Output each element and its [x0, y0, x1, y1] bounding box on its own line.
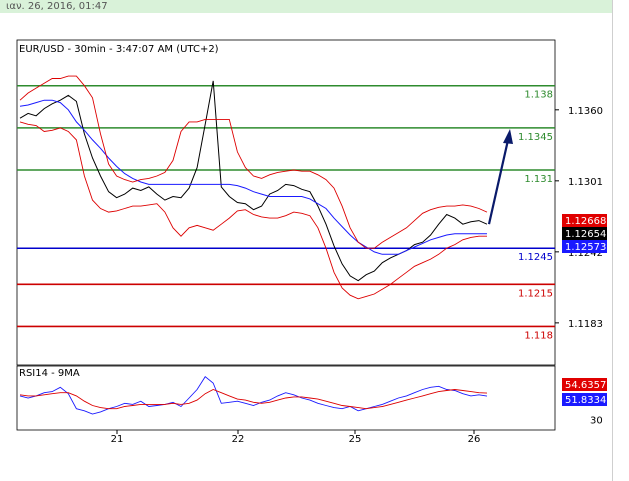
rsi-y-tick-label: 30	[590, 415, 603, 426]
y-tick-label: 1.1183	[568, 319, 603, 330]
eurusd-chart: 21 22 25 261.13601.13011.12421.1183301.1381…	[16, 39, 607, 445]
rsi-badge-label: 54.6357	[565, 380, 606, 391]
level-label: 1.1245	[518, 252, 553, 263]
level-label: 1.1215	[518, 288, 553, 299]
price-line	[19, 80, 488, 282]
upper-band-line	[19, 75, 488, 249]
projection-arrow-head	[503, 129, 513, 144]
level-label: 1.131	[524, 174, 553, 185]
price-badge-label: 1.12654	[565, 229, 606, 240]
y-tick-label: 1.1360	[568, 106, 603, 117]
moving-average-line	[19, 99, 487, 255]
rsi-badge-label: 51.8334	[565, 395, 606, 406]
level-label: 1.138	[524, 90, 553, 101]
x-tick-label: 21	[111, 434, 124, 445]
main-chart-title: EUR/USD - 30min - 3:47:07 AM (UTC+2)	[19, 44, 219, 55]
projection-arrow	[487, 139, 510, 225]
rsi-chart-title: RSI14 - 9MA	[19, 368, 80, 379]
price-badge-label: 1.12573	[565, 242, 606, 253]
rsi-line	[19, 376, 488, 415]
y-tick-label: 1.1301	[568, 177, 603, 188]
level-label: 1.1345	[518, 132, 553, 143]
x-tick-label: 22	[232, 434, 245, 445]
price-badge-label: 1.12668	[565, 216, 606, 227]
lower-band-line	[19, 121, 487, 300]
x-tick-label: 26	[468, 434, 481, 445]
main-plot-frame	[16, 39, 556, 366]
x-tick-label: 25	[349, 434, 362, 445]
level-label: 1.118	[524, 330, 553, 341]
